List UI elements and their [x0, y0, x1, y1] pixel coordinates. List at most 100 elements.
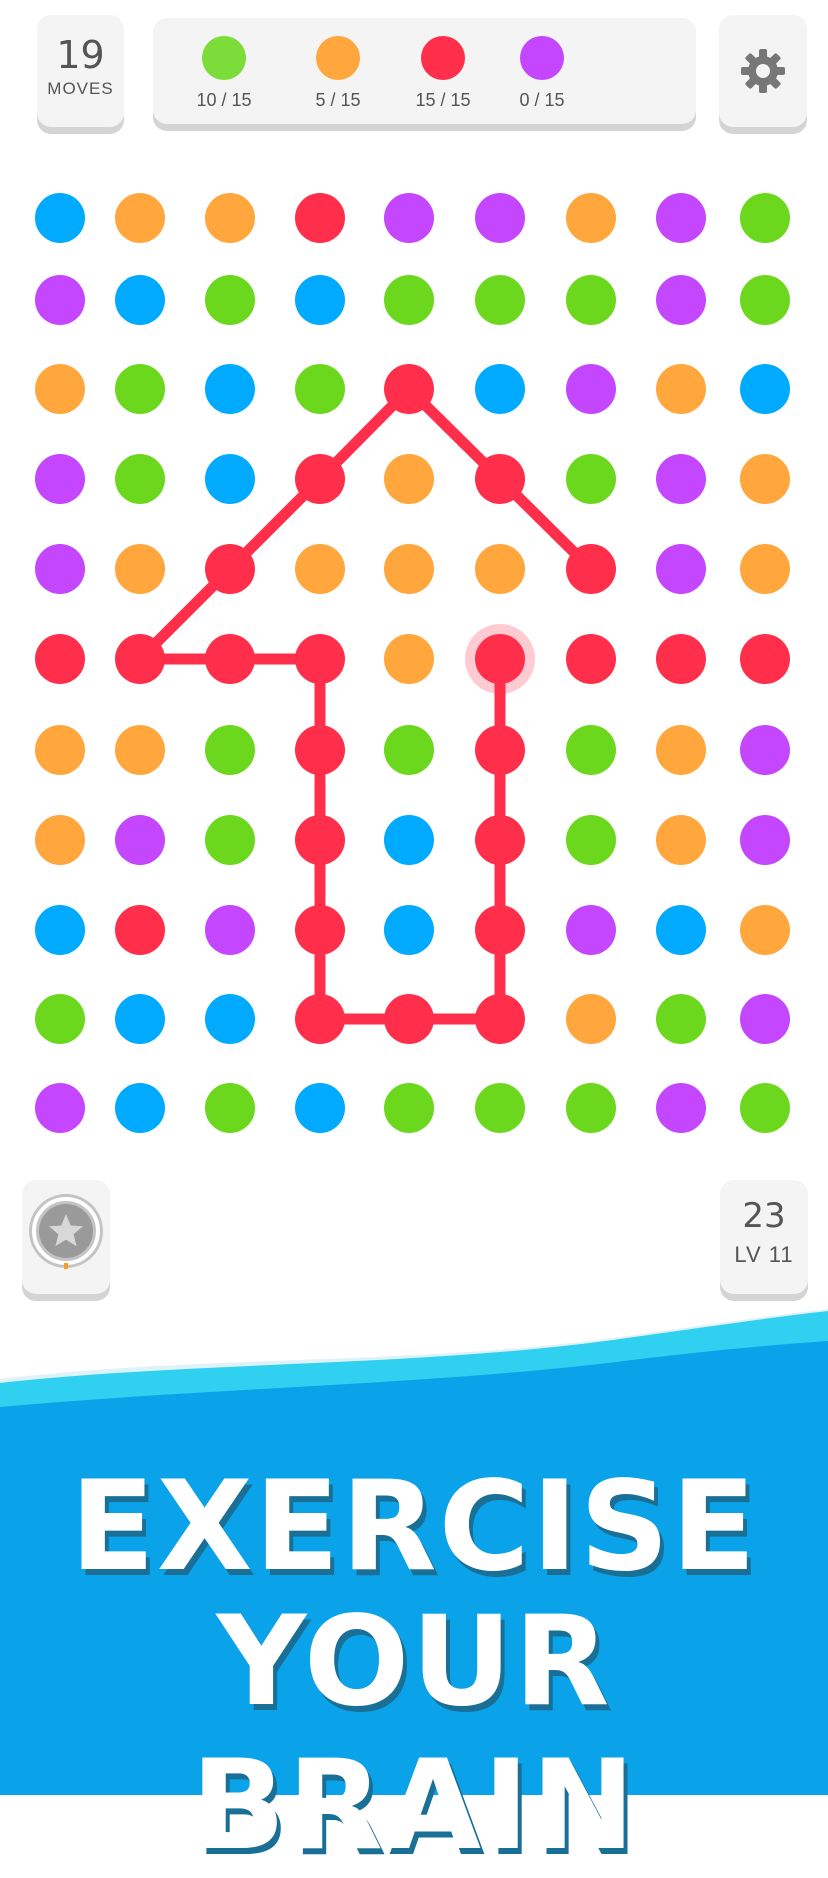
dot-r9-c6[interactable] [475, 905, 525, 955]
dot-r1-c9[interactable] [740, 193, 790, 243]
dot-r10-c9[interactable] [740, 994, 790, 1044]
dot-r11-c2[interactable] [115, 1083, 165, 1133]
dot-r11-c1[interactable] [35, 1083, 85, 1133]
dot-r10-c1[interactable] [35, 994, 85, 1044]
dot-r8-c5[interactable] [384, 815, 434, 865]
dot-r3-c8[interactable] [656, 364, 706, 414]
dot-r7-c3[interactable] [205, 725, 255, 775]
dot-r1-c6[interactable] [475, 193, 525, 243]
dot-r7-c4[interactable] [295, 725, 345, 775]
dot-r6-c2[interactable] [115, 634, 165, 684]
dot-r10-c5[interactable] [384, 994, 434, 1044]
dot-r2-c4[interactable] [295, 275, 345, 325]
dot-r11-c7[interactable] [566, 1083, 616, 1133]
dot-r1-c5[interactable] [384, 193, 434, 243]
dot-r1-c1[interactable] [35, 193, 85, 243]
powerup-button[interactable] [22, 1180, 110, 1294]
dot-r8-c9[interactable] [740, 815, 790, 865]
dot-r1-c2[interactable] [115, 193, 165, 243]
dot-r6-c9[interactable] [740, 634, 790, 684]
dot-r8-c3[interactable] [205, 815, 255, 865]
dot-r2-c8[interactable] [656, 275, 706, 325]
dot-r2-c1[interactable] [35, 275, 85, 325]
dot-r6-c6[interactable] [475, 634, 525, 684]
dot-r1-c3[interactable] [205, 193, 255, 243]
dot-r5-c3[interactable] [205, 544, 255, 594]
dot-r11-c5[interactable] [384, 1083, 434, 1133]
dot-r6-c7[interactable] [566, 634, 616, 684]
dot-r10-c2[interactable] [115, 994, 165, 1044]
dot-r9-c2[interactable] [115, 905, 165, 955]
dot-r3-c9[interactable] [740, 364, 790, 414]
dot-r10-c3[interactable] [205, 994, 255, 1044]
dot-r2-c2[interactable] [115, 275, 165, 325]
dot-r10-c8[interactable] [656, 994, 706, 1044]
dot-r3-c3[interactable] [205, 364, 255, 414]
dot-r7-c8[interactable] [656, 725, 706, 775]
dot-r8-c4[interactable] [295, 815, 345, 865]
dot-r2-c9[interactable] [740, 275, 790, 325]
dot-r4-c4[interactable] [295, 454, 345, 504]
dot-r3-c6[interactable] [475, 364, 525, 414]
dot-r10-c6[interactable] [475, 994, 525, 1044]
dot-r11-c4[interactable] [295, 1083, 345, 1133]
dot-r10-c4[interactable] [295, 994, 345, 1044]
dot-r5-c2[interactable] [115, 544, 165, 594]
dot-r6-c3[interactable] [205, 634, 255, 684]
dot-r5-c9[interactable] [740, 544, 790, 594]
dot-r11-c3[interactable] [205, 1083, 255, 1133]
dot-r4-c1[interactable] [35, 454, 85, 504]
dot-r5-c7[interactable] [566, 544, 616, 594]
game-board[interactable] [0, 0, 828, 1170]
dot-r8-c8[interactable] [656, 815, 706, 865]
dot-r7-c6[interactable] [475, 725, 525, 775]
dot-r9-c5[interactable] [384, 905, 434, 955]
dot-r9-c7[interactable] [566, 905, 616, 955]
dot-r1-c7[interactable] [566, 193, 616, 243]
dot-r2-c6[interactable] [475, 275, 525, 325]
dot-r5-c1[interactable] [35, 544, 85, 594]
dot-r6-c1[interactable] [35, 634, 85, 684]
dot-r7-c9[interactable] [740, 725, 790, 775]
dot-grid[interactable] [35, 193, 790, 1133]
dot-r2-c7[interactable] [566, 275, 616, 325]
dot-r7-c1[interactable] [35, 725, 85, 775]
dot-r4-c9[interactable] [740, 454, 790, 504]
dot-r5-c8[interactable] [656, 544, 706, 594]
dot-r3-c5[interactable] [384, 364, 434, 414]
dot-r4-c5[interactable] [384, 454, 434, 504]
dot-r8-c6[interactable] [475, 815, 525, 865]
dot-r1-c4[interactable] [295, 193, 345, 243]
dot-r4-c7[interactable] [566, 454, 616, 504]
dot-r7-c7[interactable] [566, 725, 616, 775]
dot-r11-c8[interactable] [656, 1083, 706, 1133]
dot-r8-c1[interactable] [35, 815, 85, 865]
dot-r1-c8[interactable] [656, 193, 706, 243]
dot-r6-c4[interactable] [295, 634, 345, 684]
dot-r8-c7[interactable] [566, 815, 616, 865]
dot-r6-c5[interactable] [384, 634, 434, 684]
dot-r2-c5[interactable] [384, 275, 434, 325]
dot-r2-c3[interactable] [205, 275, 255, 325]
dot-r3-c7[interactable] [566, 364, 616, 414]
dot-r6-c8[interactable] [656, 634, 706, 684]
dot-r5-c4[interactable] [295, 544, 345, 594]
dot-r3-c2[interactable] [115, 364, 165, 414]
dot-r9-c1[interactable] [35, 905, 85, 955]
dot-r9-c8[interactable] [656, 905, 706, 955]
dot-r11-c6[interactable] [475, 1083, 525, 1133]
dot-r3-c4[interactable] [295, 364, 345, 414]
dot-r9-c3[interactable] [205, 905, 255, 955]
dot-r7-c5[interactable] [384, 725, 434, 775]
dot-r3-c1[interactable] [35, 364, 85, 414]
dot-r7-c2[interactable] [115, 725, 165, 775]
dot-r4-c8[interactable] [656, 454, 706, 504]
dot-r9-c9[interactable] [740, 905, 790, 955]
dot-r11-c9[interactable] [740, 1083, 790, 1133]
dot-r10-c7[interactable] [566, 994, 616, 1044]
dot-r8-c2[interactable] [115, 815, 165, 865]
dot-r5-c6[interactable] [475, 544, 525, 594]
dot-r5-c5[interactable] [384, 544, 434, 594]
dot-r4-c2[interactable] [115, 454, 165, 504]
dot-r9-c4[interactable] [295, 905, 345, 955]
